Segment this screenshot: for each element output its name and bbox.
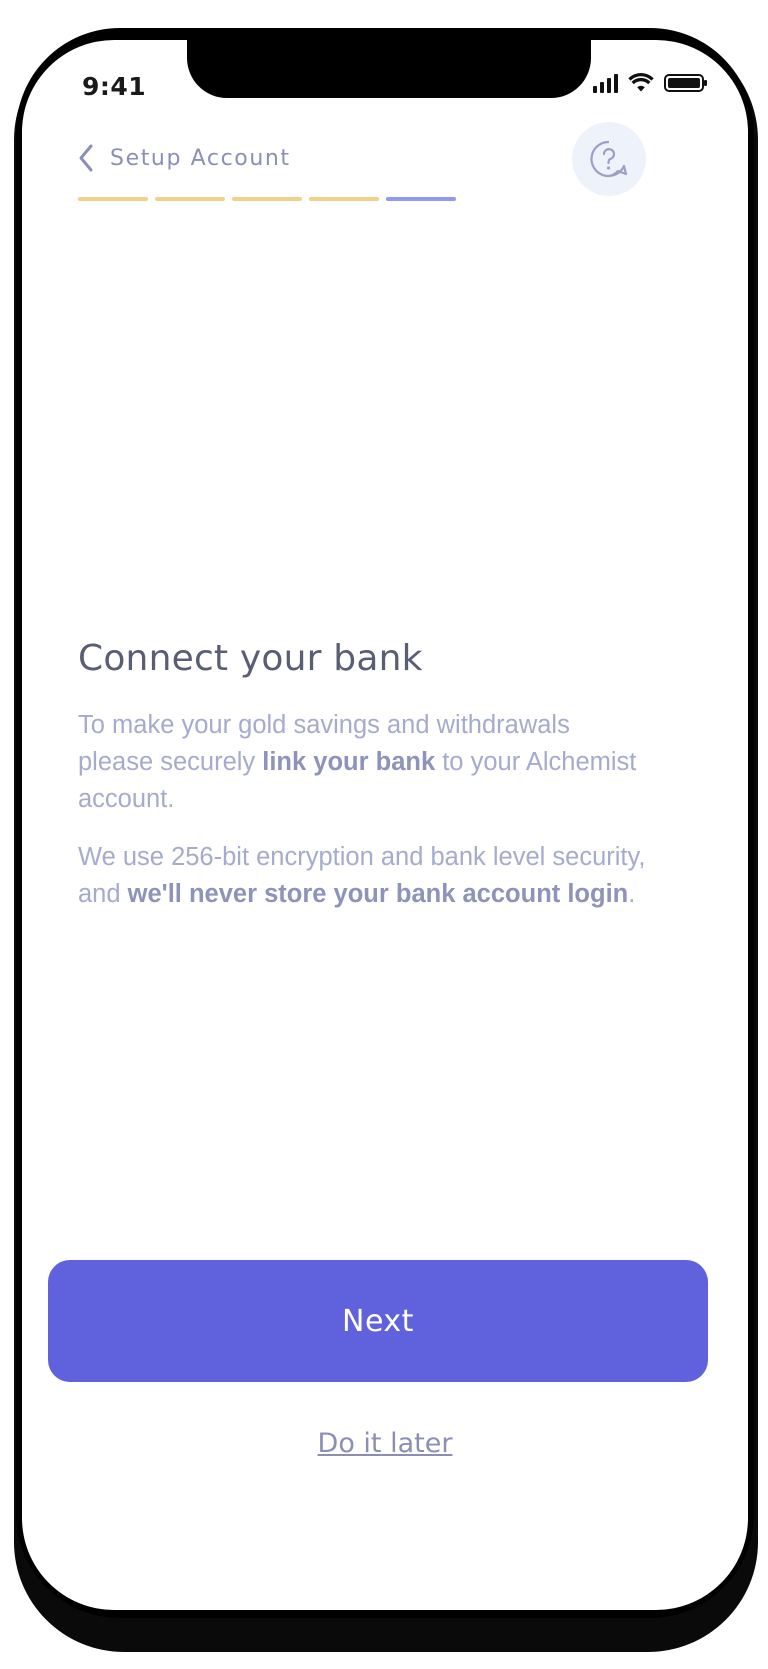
main-content: Connect your bank To make your gold savi… xyxy=(78,638,648,934)
next-button[interactable]: Next xyxy=(48,1260,708,1382)
description-2-text-b: . xyxy=(628,880,636,908)
wifi-icon xyxy=(628,73,654,92)
description-paragraph-1: To make your gold savings and withdrawal… xyxy=(78,707,648,818)
status-time: 9:41 xyxy=(82,72,147,101)
battery-icon xyxy=(664,74,707,92)
status-icons xyxy=(593,73,707,93)
device-notch xyxy=(187,40,591,98)
header-title: Setup Account xyxy=(110,145,291,171)
progress-step-2 xyxy=(155,197,225,201)
help-button[interactable] xyxy=(572,122,646,196)
progress-step-4 xyxy=(309,197,379,201)
page-title: Connect your bank xyxy=(78,638,423,679)
description-paragraph-2: We use 256-bit encryption and bank level… xyxy=(78,839,648,913)
progress-step-1 xyxy=(78,197,148,201)
description-2-emphasis: we'll never store your bank account logi… xyxy=(127,880,629,908)
progress-step-5 xyxy=(386,197,456,201)
help-question-icon xyxy=(590,140,628,178)
chevron-left-icon xyxy=(79,144,93,172)
app-screen: 9:41 Setup Account Connect your bank To … xyxy=(22,40,748,1610)
do-it-later-link[interactable]: Do it later xyxy=(22,1428,748,1459)
setup-progress xyxy=(78,197,456,201)
cellular-signal-icon xyxy=(593,73,618,93)
battery-level xyxy=(668,78,700,88)
description-1-emphasis: link your bank xyxy=(262,748,436,776)
back-button[interactable]: Setup Account xyxy=(78,143,291,173)
progress-step-3 xyxy=(232,197,302,201)
